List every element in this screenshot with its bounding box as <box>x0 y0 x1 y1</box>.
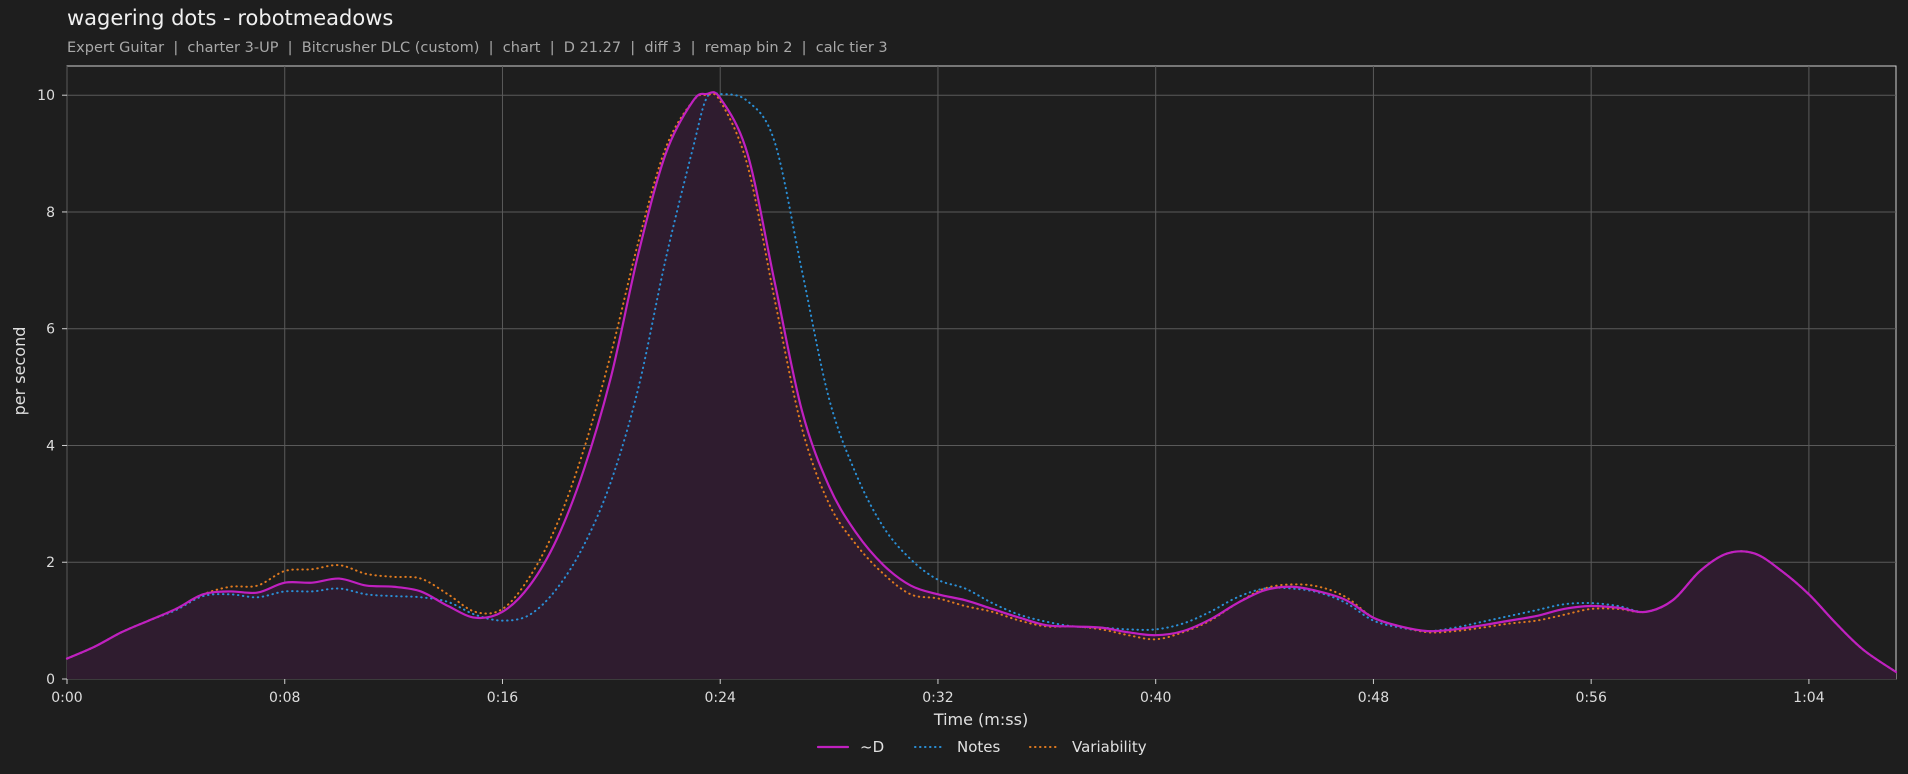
x-tick-label: 1:04 <box>1793 690 1825 706</box>
x-tick-label: 0:16 <box>487 690 519 706</box>
legend-label: ~D <box>860 738 884 756</box>
x-tick-label: 0:08 <box>269 690 300 706</box>
x-tick-label: 0:40 <box>1140 690 1171 706</box>
x-tick-label: 0:00 <box>51 690 82 706</box>
legend-label: Variability <box>1072 738 1147 756</box>
x-tick-label: 0:24 <box>704 690 736 706</box>
legend: ~D Notes Variability <box>816 738 1147 756</box>
x-axis-label: Time (m:ss) <box>933 710 1028 729</box>
x-axis-ticks: 0:00 0:08 0:16 0:24 0:32 0:40 0:48 0:56 1:04 <box>51 679 1825 706</box>
y-tick-label: 2 <box>46 555 55 571</box>
y-tick-label: 4 <box>46 438 55 454</box>
x-tick-label: 0:32 <box>922 690 953 706</box>
y-axis-label: per second <box>10 327 29 416</box>
y-tick-label: 8 <box>46 205 55 221</box>
legend-label: Notes <box>957 738 1001 756</box>
x-tick-label: 0:48 <box>1358 690 1389 706</box>
x-tick-label: 0:56 <box>1575 690 1607 706</box>
y-tick-label: 0 <box>46 672 55 688</box>
y-tick-label: 10 <box>37 88 55 104</box>
y-tick-label: 6 <box>46 322 55 338</box>
y-axis-ticks: 0 2 4 6 8 10 <box>37 88 67 688</box>
line-chart: 0:00 0:08 0:16 0:24 0:32 0:40 0:48 0:56 1:04 0 2 4… <box>10 65 1898 756</box>
